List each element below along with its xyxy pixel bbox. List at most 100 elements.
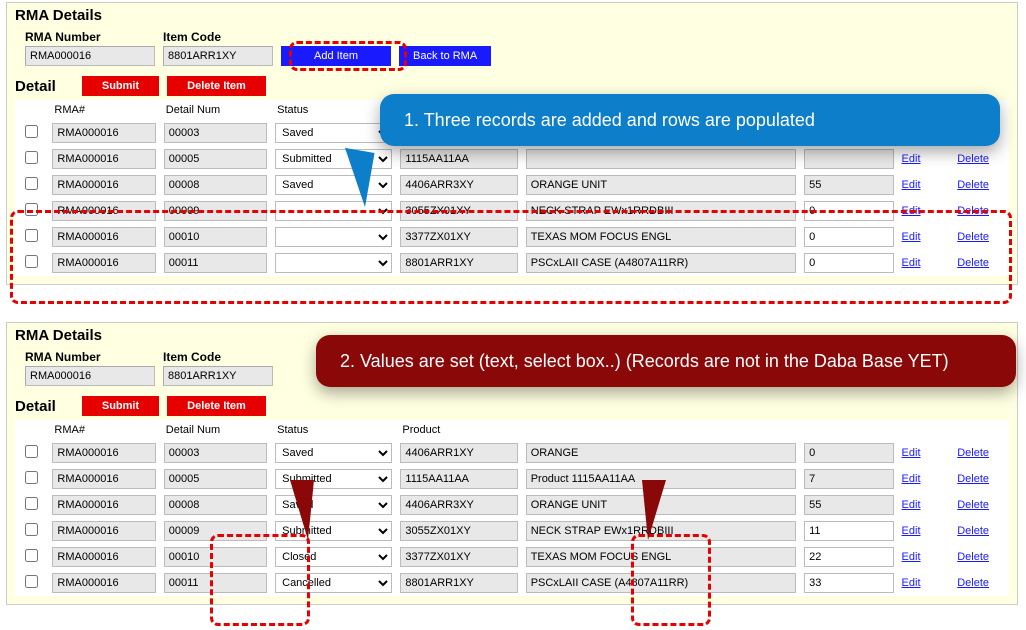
row-checkbox[interactable]: [25, 549, 38, 562]
product-cell[interactable]: [400, 227, 517, 247]
status-select[interactable]: [275, 253, 392, 273]
delete-link[interactable]: Delete: [957, 153, 989, 165]
desc-cell[interactable]: [526, 521, 796, 541]
status-select[interactable]: [275, 227, 392, 247]
submit-button[interactable]: Submit: [82, 396, 159, 416]
rma-cell[interactable]: [52, 469, 155, 489]
row-checkbox[interactable]: [25, 203, 38, 216]
status-select[interactable]: Submitted: [275, 521, 392, 541]
row-checkbox[interactable]: [25, 497, 38, 510]
detailnum-cell[interactable]: [164, 149, 267, 169]
desc-cell[interactable]: [526, 149, 796, 169]
rma-cell[interactable]: [52, 443, 155, 463]
submit-button[interactable]: Submit: [82, 76, 159, 96]
rma-cell[interactable]: [52, 495, 155, 515]
delete-link[interactable]: Delete: [957, 447, 989, 459]
status-select[interactable]: Saved: [275, 123, 392, 143]
qty-cell[interactable]: [804, 547, 893, 567]
desc-cell[interactable]: [526, 573, 796, 593]
detailnum-cell[interactable]: [164, 201, 267, 221]
product-cell[interactable]: [400, 521, 517, 541]
delete-link[interactable]: Delete: [957, 179, 989, 191]
detailnum-cell[interactable]: [164, 573, 267, 593]
desc-cell[interactable]: [526, 547, 796, 567]
row-checkbox[interactable]: [25, 523, 38, 536]
desc-cell[interactable]: [526, 443, 796, 463]
product-cell[interactable]: [400, 469, 517, 489]
rma-cell[interactable]: [52, 227, 155, 247]
product-cell[interactable]: [400, 149, 517, 169]
edit-link[interactable]: Edit: [902, 473, 921, 485]
edit-link[interactable]: Edit: [902, 525, 921, 537]
delete-link[interactable]: Delete: [957, 473, 989, 485]
rma-cell[interactable]: [52, 123, 155, 143]
status-select[interactable]: Cancelled: [275, 573, 392, 593]
delete-link[interactable]: Delete: [957, 551, 989, 563]
rma-cell[interactable]: [52, 201, 155, 221]
delete-link[interactable]: Delete: [957, 257, 989, 269]
edit-link[interactable]: Edit: [902, 257, 921, 269]
qty-cell[interactable]: [804, 521, 893, 541]
desc-cell[interactable]: [526, 201, 796, 221]
edit-link[interactable]: Edit: [902, 153, 921, 165]
status-select[interactable]: [275, 201, 392, 221]
row-checkbox[interactable]: [25, 255, 38, 268]
delete-link[interactable]: Delete: [957, 231, 989, 243]
qty-cell[interactable]: [804, 573, 893, 593]
status-select[interactable]: Saved: [275, 495, 392, 515]
rma-cell[interactable]: [52, 175, 155, 195]
back-to-rma-button[interactable]: Back to RMA: [399, 46, 491, 66]
edit-link[interactable]: Edit: [902, 231, 921, 243]
rma-cell[interactable]: [52, 149, 155, 169]
qty-cell[interactable]: [804, 495, 893, 515]
qty-cell[interactable]: [804, 149, 893, 169]
qty-cell[interactable]: [804, 175, 893, 195]
desc-cell[interactable]: [526, 175, 796, 195]
rma-cell[interactable]: [52, 521, 155, 541]
row-checkbox[interactable]: [25, 575, 38, 588]
status-select[interactable]: Submitted: [275, 469, 392, 489]
product-cell[interactable]: [400, 443, 517, 463]
detailnum-cell[interactable]: [164, 547, 267, 567]
status-select[interactable]: Saved: [275, 443, 392, 463]
product-cell[interactable]: [400, 547, 517, 567]
product-cell[interactable]: [400, 573, 517, 593]
edit-link[interactable]: Edit: [902, 551, 921, 563]
detailnum-cell[interactable]: [164, 469, 267, 489]
qty-cell[interactable]: [804, 469, 893, 489]
rma-cell[interactable]: [52, 253, 155, 273]
add-item-button[interactable]: Add Item: [281, 46, 391, 66]
detailnum-cell[interactable]: [164, 123, 267, 143]
delete-link[interactable]: Delete: [957, 525, 989, 537]
row-checkbox[interactable]: [25, 151, 38, 164]
detailnum-cell[interactable]: [164, 175, 267, 195]
row-checkbox[interactable]: [25, 445, 38, 458]
status-select[interactable]: Closed: [275, 547, 392, 567]
rma-cell[interactable]: [52, 573, 155, 593]
item-code-input[interactable]: [163, 46, 273, 66]
delete-item-button[interactable]: Delete Item: [167, 396, 266, 416]
qty-cell[interactable]: [804, 253, 893, 273]
row-checkbox[interactable]: [25, 177, 38, 190]
desc-cell[interactable]: [526, 469, 796, 489]
product-cell[interactable]: [400, 253, 517, 273]
qty-cell[interactable]: [804, 443, 893, 463]
detailnum-cell[interactable]: [164, 521, 267, 541]
edit-link[interactable]: Edit: [902, 179, 921, 191]
row-checkbox[interactable]: [25, 125, 38, 138]
delete-link[interactable]: Delete: [957, 205, 989, 217]
edit-link[interactable]: Edit: [902, 499, 921, 511]
delete-link[interactable]: Delete: [957, 577, 989, 589]
status-select[interactable]: Submitted: [275, 149, 392, 169]
delete-link[interactable]: Delete: [957, 499, 989, 511]
qty-cell[interactable]: [804, 201, 893, 221]
desc-cell[interactable]: [526, 227, 796, 247]
edit-link[interactable]: Edit: [902, 447, 921, 459]
product-cell[interactable]: [400, 201, 517, 221]
delete-item-button[interactable]: Delete Item: [167, 76, 266, 96]
product-cell[interactable]: [400, 495, 517, 515]
item-code-input[interactable]: [163, 366, 273, 386]
rma-cell[interactable]: [52, 547, 155, 567]
edit-link[interactable]: Edit: [902, 577, 921, 589]
row-checkbox[interactable]: [25, 229, 38, 242]
